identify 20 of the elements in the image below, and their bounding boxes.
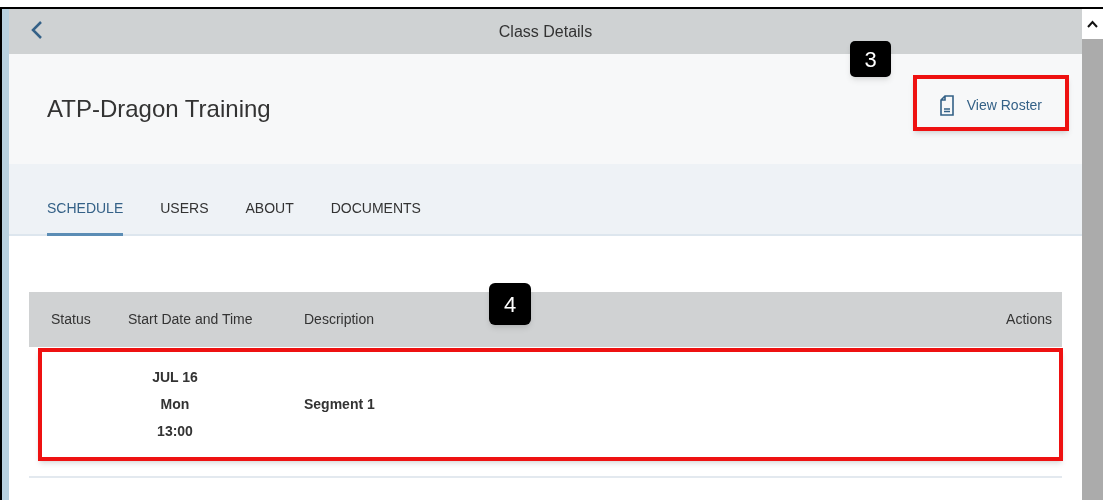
scroll-up-icon[interactable] [1087, 20, 1098, 28]
callout-badge: 3 [850, 41, 891, 77]
column-header: Start Date and Time [128, 310, 254, 329]
column-header: Actions [1006, 310, 1053, 329]
column-header: Status [50, 310, 92, 329]
table-cell-text: Segment 1 [304, 395, 375, 414]
scrollbar[interactable] [1082, 9, 1103, 500]
tab[interactable]: ABOUT [245, 198, 294, 236]
back-icon [31, 20, 43, 40]
date-text: 13:00 [157, 422, 193, 441]
date-text: Mon [160, 395, 190, 414]
view-roster-link[interactable]: View Roster [938, 94, 1042, 116]
page-title: Class Details [498, 21, 593, 42]
tab[interactable]: DOCUMENTS [330, 198, 421, 236]
class-title: ATP-Dragon Training [47, 94, 271, 124]
date-text: JUL 16 [152, 368, 198, 387]
document-icon [938, 94, 955, 116]
tab[interactable]: USERS [160, 198, 209, 236]
column-header: Description [304, 310, 376, 329]
callout-badge: 4 [489, 283, 531, 325]
